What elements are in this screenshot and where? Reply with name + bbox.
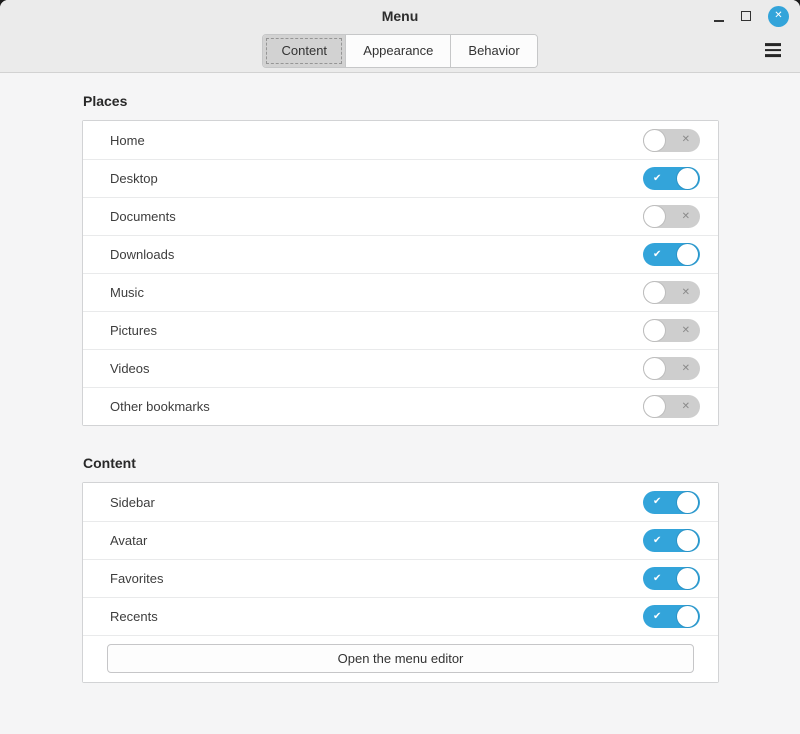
maximize-icon — [741, 11, 751, 21]
cross-icon: ✕ — [682, 212, 690, 222]
check-icon: ✔ — [653, 250, 661, 260]
close-icon: ✕ — [774, 11, 782, 21]
window-title: Menu — [382, 8, 419, 24]
check-icon: ✔ — [653, 536, 661, 546]
toggle-switch[interactable]: ✔ ✕ — [643, 491, 700, 514]
settings-row: Home ✔ ✕ — [83, 121, 718, 159]
tab-appearance[interactable]: Appearance — [345, 35, 450, 67]
settings-row: Recents ✔ ✕ — [83, 597, 718, 635]
toggle-switch[interactable]: ✔ ✕ — [643, 281, 700, 304]
toggle-switch[interactable]: ✔ ✕ — [643, 205, 700, 228]
toggle-switch[interactable]: ✔ ✕ — [643, 319, 700, 342]
switch-knob — [677, 244, 698, 265]
switch-knob — [677, 492, 698, 513]
toggle-switch[interactable]: ✔ ✕ — [643, 529, 700, 552]
settings-row: Documents ✔ ✕ — [83, 197, 718, 235]
row-label: Other bookmarks — [110, 399, 210, 414]
row-label: Videos — [110, 361, 150, 376]
section-heading: Places — [83, 93, 719, 109]
open-menu-editor-button[interactable]: Open the menu editor — [107, 644, 694, 673]
cross-icon: ✕ — [682, 402, 690, 412]
minimize-icon — [714, 14, 724, 22]
toggle-switch[interactable]: ✔ ✕ — [643, 357, 700, 380]
check-icon: ✔ — [653, 497, 661, 507]
content-list: Sidebar ✔ ✕ Avatar ✔ ✕ Favorites ✔ ✕ Rec… — [82, 482, 719, 683]
check-icon: ✔ — [653, 574, 661, 584]
settings-window: Menu ✕ Content Appearance Behavior — [0, 0, 800, 734]
titlebar[interactable]: Menu ✕ — [0, 0, 800, 32]
maximize-button[interactable] — [741, 11, 751, 21]
settings-row: Avatar ✔ ✕ — [83, 521, 718, 559]
settings-row: Favorites ✔ ✕ — [83, 559, 718, 597]
settings-row: Videos ✔ ✕ — [83, 349, 718, 387]
cross-icon: ✕ — [682, 288, 690, 298]
tab-switcher: Content Appearance Behavior — [262, 34, 537, 68]
toggle-switch[interactable]: ✔ ✕ — [643, 605, 700, 628]
switch-knob — [677, 568, 698, 589]
hamburger-menu-button[interactable] — [763, 39, 783, 61]
toggle-switch[interactable]: ✔ ✕ — [643, 129, 700, 152]
settings-row: Pictures ✔ ✕ — [83, 311, 718, 349]
switch-knob — [644, 396, 665, 417]
settings-row: Other bookmarks ✔ ✕ — [83, 387, 718, 425]
hamburger-icon — [765, 43, 781, 46]
tab-switcher-row: Content Appearance Behavior — [0, 32, 800, 72]
section-heading: Content — [83, 455, 719, 471]
toggle-switch[interactable]: ✔ ✕ — [643, 167, 700, 190]
row-label: Music — [110, 285, 144, 300]
settings-row: Sidebar ✔ ✕ — [83, 483, 718, 521]
cross-icon: ✕ — [682, 364, 690, 374]
places-list: Home ✔ ✕ Desktop ✔ ✕ Documents ✔ ✕ Downl… — [82, 120, 719, 426]
row-label: Sidebar — [110, 495, 155, 510]
cross-icon: ✕ — [682, 326, 690, 336]
row-label: Pictures — [110, 323, 157, 338]
switch-knob — [644, 358, 665, 379]
switch-knob — [644, 206, 665, 227]
row-label: Home — [110, 133, 145, 148]
switch-knob — [677, 606, 698, 627]
row-label: Recents — [110, 609, 158, 624]
menu-editor-row: Open the menu editor — [83, 635, 718, 682]
tab-behavior[interactable]: Behavior — [450, 35, 536, 67]
settings-row: Desktop ✔ ✕ — [83, 159, 718, 197]
switch-knob — [644, 282, 665, 303]
settings-row: Downloads ✔ ✕ — [83, 235, 718, 273]
check-icon: ✔ — [653, 174, 661, 184]
close-button[interactable]: ✕ — [768, 6, 789, 27]
toggle-switch[interactable]: ✔ ✕ — [643, 567, 700, 590]
toggle-switch[interactable]: ✔ ✕ — [643, 243, 700, 266]
switch-knob — [677, 168, 698, 189]
section-content: Content Sidebar ✔ ✕ Avatar ✔ ✕ Favorites… — [82, 455, 719, 683]
row-label: Downloads — [110, 247, 174, 262]
row-label: Favorites — [110, 571, 163, 586]
switch-knob — [677, 530, 698, 551]
toggle-switch[interactable]: ✔ ✕ — [643, 395, 700, 418]
tab-content[interactable]: Content — [263, 35, 345, 67]
section-places: Places Home ✔ ✕ Desktop ✔ ✕ Documents ✔ … — [82, 93, 719, 426]
window-controls: ✕ — [714, 0, 789, 32]
check-icon: ✔ — [653, 612, 661, 622]
settings-page: Places Home ✔ ✕ Desktop ✔ ✕ Documents ✔ … — [0, 73, 800, 712]
settings-row: Music ✔ ✕ — [83, 273, 718, 311]
switch-knob — [644, 320, 665, 341]
switch-knob — [644, 130, 665, 151]
row-label: Avatar — [110, 533, 147, 548]
row-label: Documents — [110, 209, 176, 224]
cross-icon: ✕ — [682, 135, 690, 145]
headerbar: Menu ✕ Content Appearance Behavior — [0, 0, 800, 73]
minimize-button[interactable] — [714, 10, 724, 22]
row-label: Desktop — [110, 171, 158, 186]
